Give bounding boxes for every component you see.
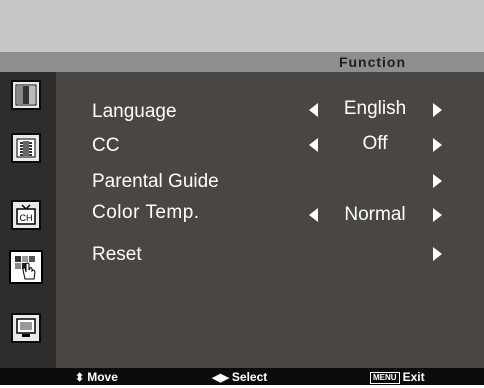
footer-select: ◀▶ Select [212, 368, 267, 385]
menu-key-icon: MENU [370, 372, 400, 384]
menu-item-cc[interactable]: CC [92, 134, 119, 158]
audio-icon[interactable] [11, 133, 41, 163]
select-label: Select [231, 370, 268, 384]
function-icon[interactable] [9, 250, 43, 284]
cc-value: Off [362, 133, 388, 154]
top-bar [0, 0, 484, 52]
language-value: English [343, 98, 407, 119]
osd-menu: Function CH Language English CC Off Pare… [0, 0, 484, 385]
picture-icon[interactable] [11, 80, 41, 110]
menu-item-reset[interactable]: Reset [92, 243, 142, 267]
move-label: Move [87, 370, 118, 384]
menu-item-language[interactable]: Language [92, 100, 177, 124]
footer-move: ⬍ Move [75, 368, 118, 385]
color-temp-value: Normal [344, 204, 406, 225]
sidebar: CH [0, 72, 56, 368]
parental-guide-right-arrow-icon[interactable] [433, 174, 442, 188]
exit-label: Exit [402, 370, 425, 384]
tv-channel-icon[interactable]: CH [11, 200, 41, 230]
language-left-arrow-icon[interactable] [309, 103, 318, 117]
menu-item-parental-guide[interactable]: Parental Guide [92, 170, 219, 194]
pc-icon[interactable] [11, 313, 41, 343]
menu-item-color-temp[interactable]: Color Temp. [92, 201, 200, 225]
menu-header: Function [0, 52, 484, 72]
color-temp-left-arrow-icon[interactable] [309, 208, 318, 222]
up-down-arrow-icon: ⬍ [75, 372, 85, 384]
left-right-arrow-icon: ◀▶ [212, 372, 229, 384]
color-temp-right-arrow-icon[interactable] [433, 208, 442, 222]
svg-text:CH: CH [20, 213, 33, 223]
cc-left-arrow-icon[interactable] [309, 138, 318, 152]
language-right-arrow-icon[interactable] [433, 103, 442, 117]
footer-exit: MENU Exit [370, 368, 425, 385]
cc-right-arrow-icon[interactable] [433, 138, 442, 152]
footer-bar: ⬍ Move ◀▶ Select MENU Exit [0, 368, 484, 385]
reset-right-arrow-icon[interactable] [433, 247, 442, 261]
menu-title: Function [338, 54, 407, 70]
